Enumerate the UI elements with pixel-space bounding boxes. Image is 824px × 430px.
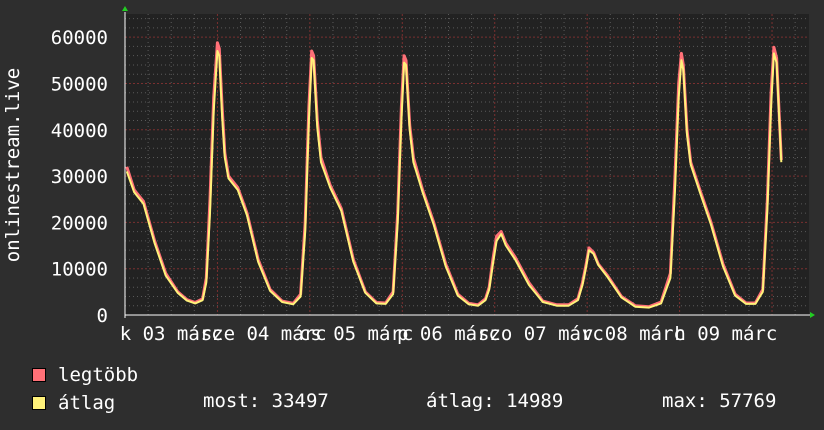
x-axis-arrow-icon bbox=[810, 312, 815, 318]
legend-label-avg: átlag bbox=[58, 392, 116, 414]
y-tick-labels: 0 10000 20000 30000 40000 50000 60000 bbox=[51, 27, 108, 327]
y-axis-arrow-icon bbox=[122, 6, 128, 11]
legend-label-max: legtöbb bbox=[58, 364, 139, 386]
y-tick-label: 30000 bbox=[51, 166, 108, 188]
stat-max: max: 57769 bbox=[662, 390, 777, 412]
stat-average: átlag: 14989 bbox=[426, 390, 564, 412]
x-tick-label: h 09 márc bbox=[674, 323, 777, 345]
x-tick-labels: k 03 márcsze 04 márccs 05 márcp 06 márcs… bbox=[120, 323, 778, 345]
y-tick-label: 50000 bbox=[51, 73, 108, 95]
x-tick-label: v 08 márc bbox=[582, 323, 685, 345]
y-tick-label: 0 bbox=[97, 305, 108, 327]
chart: 0 10000 20000 30000 40000 50000 60000 k 03 már… bbox=[2, 6, 815, 345]
y-tick-label: 40000 bbox=[51, 120, 108, 142]
y-tick-label: 10000 bbox=[51, 259, 108, 281]
legend-item-max: legtöbb bbox=[32, 364, 138, 386]
y-axis-label: onlinestream.live bbox=[2, 68, 24, 262]
legend-item-avg: átlag bbox=[32, 392, 115, 414]
legend-swatch-avg bbox=[32, 396, 46, 410]
legend-swatch-max bbox=[32, 368, 46, 382]
y-tick-label: 20000 bbox=[51, 212, 108, 234]
stat-current: most: 33497 bbox=[203, 390, 329, 412]
y-tick-label: 60000 bbox=[51, 27, 108, 49]
